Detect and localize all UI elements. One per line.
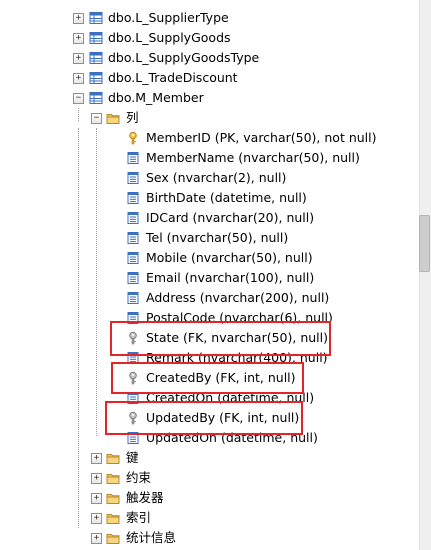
collapse-button[interactable]: − — [73, 93, 84, 104]
folder-label[interactable]: 约束 — [126, 470, 151, 486]
tree-node-column[interactable]: Sex (nvarchar(2), null) — [0, 168, 400, 188]
tree-node-folder[interactable]: + 统计信息 — [0, 528, 400, 548]
column-icon — [127, 252, 139, 264]
tree-node-column[interactable]: Tel (nvarchar(50), null) — [0, 228, 400, 248]
tree-node-column[interactable]: MemberID (PK, varchar(50), not null) — [0, 128, 400, 148]
column-label[interactable]: BirthDate (datetime, null) — [146, 190, 307, 206]
folder-label[interactable]: 键 — [126, 450, 139, 466]
folder-icon — [106, 454, 120, 464]
tree-node-column[interactable]: BirthDate (datetime, null) — [0, 188, 400, 208]
column-icon — [127, 272, 139, 284]
expand-button[interactable]: + — [91, 493, 102, 504]
column-label[interactable]: Email (nvarchar(100), null) — [146, 270, 314, 286]
column-label[interactable]: MemberName (nvarchar(50), null) — [146, 150, 360, 166]
tree-node-column[interactable]: IDCard (nvarchar(20), null) — [0, 208, 400, 228]
expand-button[interactable]: + — [73, 33, 84, 44]
table-icon — [89, 92, 103, 104]
column-label[interactable]: Address (nvarchar(200), null) — [146, 290, 329, 306]
table-label[interactable]: dbo.L_SupplierType — [108, 10, 229, 26]
expand-button[interactable]: + — [91, 533, 102, 544]
table-icon — [89, 72, 103, 84]
table-icon — [89, 32, 103, 44]
column-icon — [127, 192, 139, 204]
collapse-button[interactable]: − — [91, 113, 102, 124]
highlight-box-updatedby — [105, 401, 303, 435]
tree-node-table-m-member[interactable]: − dbo.M_Member — [0, 88, 400, 108]
scrollbar-thumb[interactable] — [419, 215, 430, 272]
tree-node-columns-folder[interactable]: − 列 — [0, 108, 400, 128]
tree-node-column[interactable]: MemberName (nvarchar(50), null) — [0, 148, 400, 168]
table-label[interactable]: dbo.M_Member — [108, 90, 204, 106]
folder-label[interactable]: 列 — [126, 110, 139, 126]
tree-node-table[interactable]: + dbo.L_SupplyGoodsType — [0, 48, 400, 68]
primary-key-icon — [129, 131, 137, 145]
vertical-scrollbar[interactable] — [419, 0, 431, 550]
folder-label[interactable]: 触发器 — [126, 490, 164, 506]
expand-button[interactable]: + — [91, 453, 102, 464]
tree-node-table[interactable]: + dbo.L_TradeDiscount — [0, 68, 400, 88]
expand-button[interactable]: + — [73, 13, 84, 24]
tree-node-table[interactable]: + dbo.L_SupplierType — [0, 8, 400, 28]
object-explorer-tree: + dbo.L_SupplierType + dbo.L_SupplyGoods… — [0, 0, 420, 550]
column-label[interactable]: Tel (nvarchar(50), null) — [146, 230, 288, 246]
tree-node-folder[interactable]: + 约束 — [0, 468, 400, 488]
column-icon — [127, 292, 139, 304]
column-icon — [127, 212, 139, 224]
column-icon — [127, 232, 139, 244]
column-label[interactable]: IDCard (nvarchar(20), null) — [146, 210, 314, 226]
folder-icon — [106, 494, 120, 504]
folder-icon — [106, 514, 120, 524]
folder-icon — [106, 114, 120, 124]
table-label[interactable]: dbo.L_TradeDiscount — [108, 70, 238, 86]
table-label[interactable]: dbo.L_SupplyGoodsType — [108, 50, 259, 66]
tree-node-folder[interactable]: + 索引 — [0, 508, 400, 528]
column-icon — [127, 152, 139, 164]
table-icon — [89, 52, 103, 64]
column-icon — [127, 172, 139, 184]
folder-label[interactable]: 统计信息 — [126, 530, 176, 546]
column-label[interactable]: Sex (nvarchar(2), null) — [146, 170, 286, 186]
tree-node-folder[interactable]: + 键 — [0, 448, 400, 468]
expand-button[interactable]: + — [91, 473, 102, 484]
expand-button[interactable]: + — [91, 513, 102, 524]
tree-node-folder[interactable]: + 触发器 — [0, 488, 400, 508]
folder-icon — [106, 534, 120, 544]
tree-node-table[interactable]: + dbo.L_SupplyGoods — [0, 28, 400, 48]
tree-node-column[interactable]: Address (nvarchar(200), null) — [0, 288, 400, 308]
folder-icon — [106, 474, 120, 484]
table-icon — [89, 12, 103, 24]
folder-label[interactable]: 索引 — [126, 510, 151, 526]
highlight-box-createdby — [111, 362, 304, 394]
expand-button[interactable]: + — [73, 53, 84, 64]
tree-node-column[interactable]: Mobile (nvarchar(50), null) — [0, 248, 400, 268]
column-label[interactable]: MemberID (PK, varchar(50), not null) — [146, 130, 377, 146]
expand-button[interactable]: + — [73, 73, 84, 84]
tree-node-column[interactable]: Email (nvarchar(100), null) — [0, 268, 400, 288]
table-label[interactable]: dbo.L_SupplyGoods — [108, 30, 231, 46]
column-label[interactable]: Mobile (nvarchar(50), null) — [146, 250, 313, 266]
highlight-box-state — [110, 321, 331, 356]
